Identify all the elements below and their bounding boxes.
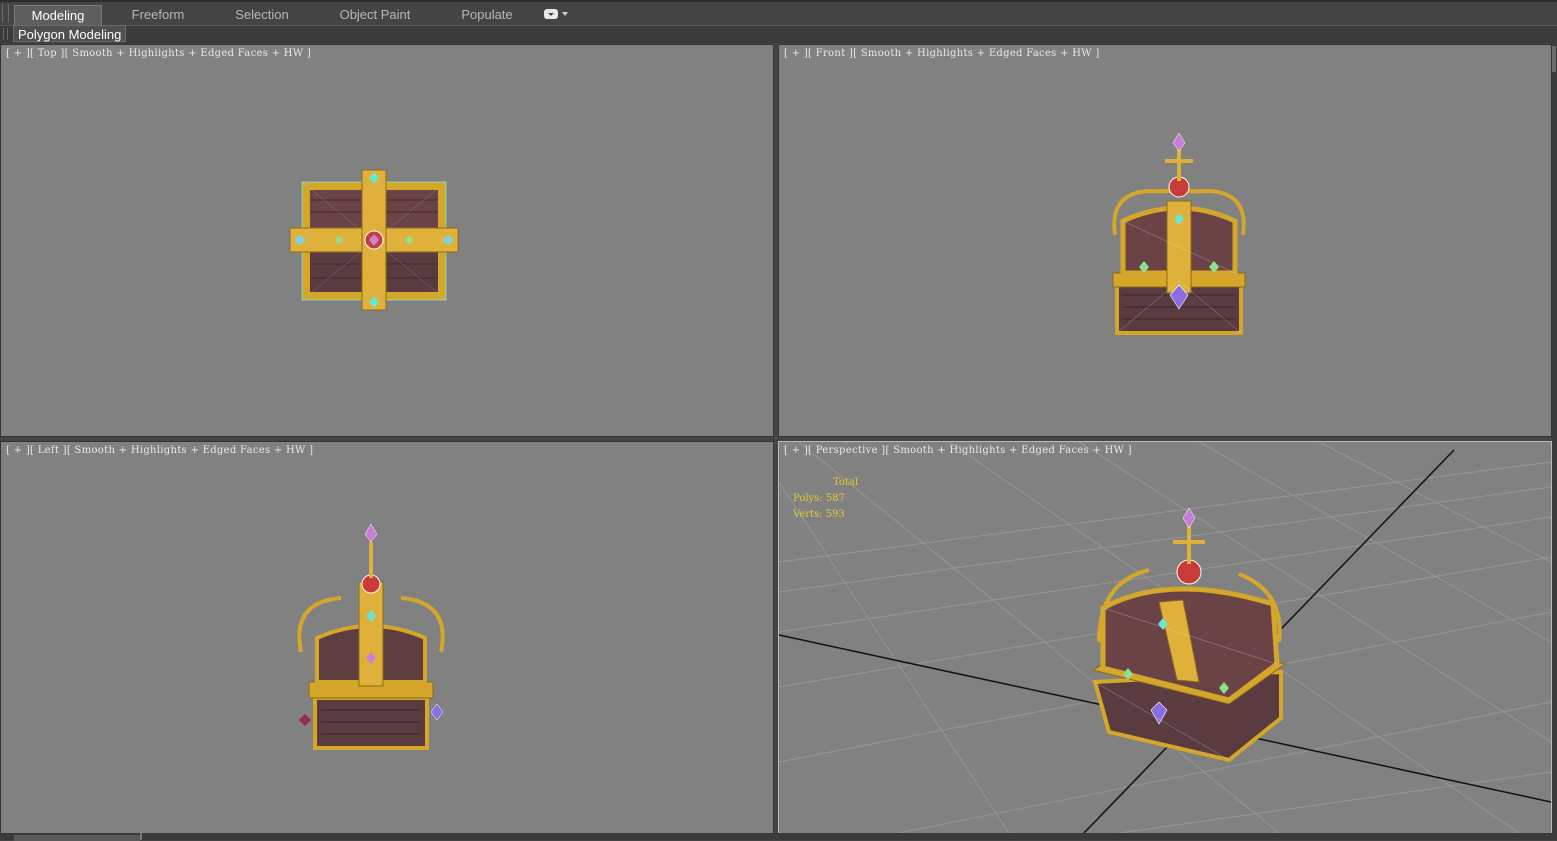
stats-verts: Verts: 593 bbox=[793, 509, 845, 520]
bottom-status-bar bbox=[0, 833, 1557, 841]
stats-polys: Polys: 587 bbox=[793, 493, 845, 504]
viewport-perspective[interactable]: [ + ][ Perspective ][ Smooth + Highlight… bbox=[778, 441, 1552, 834]
polygon-modeling-panel-button[interactable]: Polygon Modeling bbox=[13, 25, 127, 42]
scrollbar-thumb[interactable] bbox=[1552, 46, 1556, 72]
chest-left-view bbox=[297, 523, 445, 750]
viewport-left[interactable]: [ + ][ Left ][ Smooth + Highlights + Edg… bbox=[0, 441, 774, 834]
chest-top-view bbox=[289, 169, 459, 311]
viewport-label-perspective[interactable]: [ + ][ Perspective ][ Smooth + Highlight… bbox=[784, 445, 1132, 456]
tab-populate[interactable]: Populate bbox=[450, 5, 524, 25]
tab-freeform[interactable]: Freeform bbox=[120, 5, 196, 25]
viewport-top[interactable]: [ + ][ Top ][ Smooth + Highlights + Edge… bbox=[0, 44, 774, 437]
ribbon-toggle-icon[interactable] bbox=[544, 8, 572, 21]
perspective-grid bbox=[779, 442, 1551, 833]
ribbon: Modeling Freeform Selection Object Paint… bbox=[0, 0, 1557, 25]
panel-grip-handle[interactable] bbox=[3, 28, 8, 40]
stats-title: Total bbox=[833, 477, 859, 488]
tab-selection[interactable]: Selection bbox=[224, 5, 300, 25]
ribbon-panel-strip bbox=[0, 26, 1557, 43]
ribbon-grip-handle[interactable] bbox=[2, 4, 9, 22]
time-slider-divider bbox=[140, 833, 142, 840]
tab-modeling[interactable]: Modeling bbox=[14, 5, 102, 25]
ribbon-top-border bbox=[0, 0, 1557, 2]
viewport-front[interactable]: [ + ][ Front ][ Smooth + Highlights + Ed… bbox=[778, 44, 1552, 437]
chevron-down-icon bbox=[562, 12, 568, 16]
right-scrollbar[interactable] bbox=[1552, 44, 1557, 834]
time-slider[interactable] bbox=[14, 835, 140, 841]
tab-object-paint[interactable]: Object Paint bbox=[330, 5, 420, 25]
ribbon-toggle-pill-icon bbox=[544, 9, 558, 19]
chest-front-view bbox=[1112, 132, 1246, 335]
